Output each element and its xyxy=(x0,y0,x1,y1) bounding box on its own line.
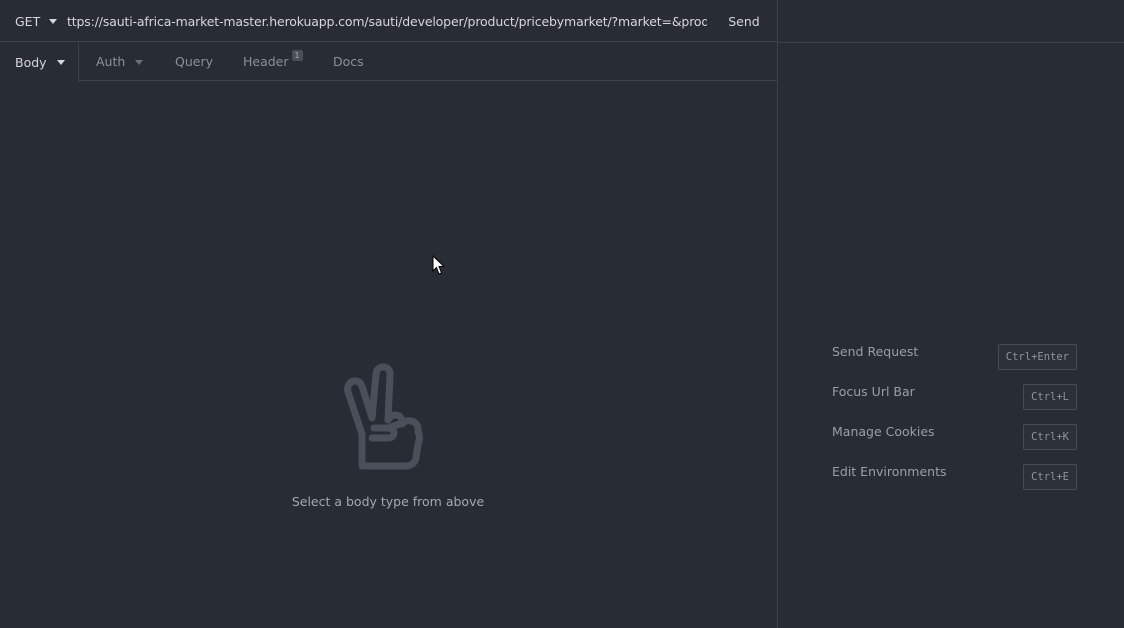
tab-label: Auth xyxy=(96,54,126,69)
shortcut-key: Ctrl+Enter xyxy=(997,344,1077,370)
empty-state-message: Select a body type from above xyxy=(291,494,485,509)
shortcut-key: Ctrl+K xyxy=(1023,424,1077,450)
shortcut-label: Manage Cookies xyxy=(832,424,935,439)
shortcut-edit-environments: Edit Environments Ctrl+E xyxy=(832,463,1077,490)
tab-label: Body xyxy=(15,54,47,70)
chevron-down-icon xyxy=(135,59,144,65)
chevron-down-icon xyxy=(56,60,65,65)
shortcut-key: Ctrl+E xyxy=(1023,464,1077,490)
peace-hand-icon xyxy=(344,363,423,470)
shortcut-key: Ctrl+L xyxy=(1023,384,1077,410)
request-pane: GET Send Body Auth Query Header 1 xyxy=(0,0,777,628)
shortcut-label: Focus Url Bar xyxy=(832,384,915,399)
url-input[interactable] xyxy=(63,9,711,33)
header-count-badge: 1 xyxy=(291,50,303,61)
mouse-cursor-icon xyxy=(432,255,446,275)
url-bar: GET Send xyxy=(0,0,777,42)
tab-query[interactable]: Query xyxy=(175,42,213,81)
keyboard-shortcuts-panel: Send Request Ctrl+Enter Focus Url Bar Ct… xyxy=(778,0,1124,628)
shortcut-label: Send Request xyxy=(832,344,919,359)
send-button[interactable]: Send xyxy=(712,0,776,42)
tab-label: Header xyxy=(243,54,289,69)
shortcut-manage-cookies: Manage Cookies Ctrl+K xyxy=(832,423,1077,450)
chevron-down-icon xyxy=(49,19,58,24)
tab-auth[interactable]: Auth xyxy=(96,42,144,81)
shortcut-label: Edit Environments xyxy=(832,464,947,479)
tab-body[interactable]: Body xyxy=(0,42,79,82)
shortcut-send-request: Send Request Ctrl+Enter xyxy=(832,343,1077,370)
shortcut-focus-url-bar: Focus Url Bar Ctrl+L xyxy=(832,383,1077,410)
app-window: GET Send Body Auth Query Header 1 xyxy=(0,0,1124,628)
tab-docs[interactable]: Docs xyxy=(333,42,364,81)
request-tabs: Body Auth Query Header 1 Docs xyxy=(0,42,777,82)
method-dropdown[interactable]: GET xyxy=(0,0,62,42)
tab-label: Docs xyxy=(333,54,364,69)
tab-label: Query xyxy=(175,54,213,69)
method-label: GET xyxy=(15,13,41,29)
tab-header[interactable]: Header 1 xyxy=(243,42,303,81)
